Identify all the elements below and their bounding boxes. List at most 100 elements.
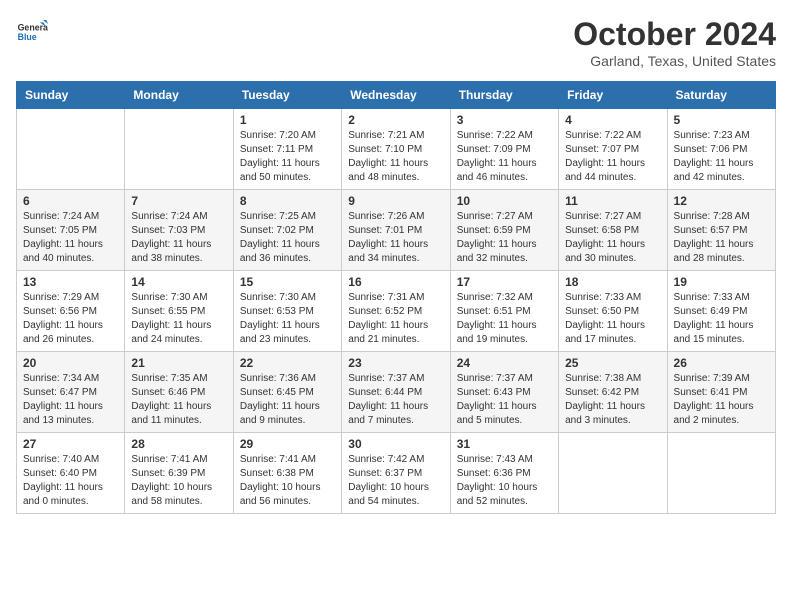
calendar-cell: 26 Sunrise: 7:39 AMSunset: 6:41 PMDayligh… xyxy=(667,352,775,433)
day-number: 4 xyxy=(565,113,660,127)
day-number: 24 xyxy=(457,356,552,370)
day-number: 16 xyxy=(348,275,443,289)
month-title: October 2024 xyxy=(573,16,776,53)
day-number: 1 xyxy=(240,113,335,127)
day-info: Sunrise: 7:21 AMSunset: 7:10 PMDaylight:… xyxy=(348,129,443,185)
calendar-cell: 24 Sunrise: 7:37 AMSunset: 6:43 PMDayligh… xyxy=(450,352,558,433)
calendar-table: SundayMondayTuesdayWednesdayThursdayFrid… xyxy=(16,81,776,514)
calendar-cell: 31 Sunrise: 7:43 AMSunset: 6:36 PMDayligh… xyxy=(450,433,558,514)
day-number: 14 xyxy=(131,275,226,289)
day-number: 29 xyxy=(240,437,335,451)
calendar-cell: 3 Sunrise: 7:22 AMSunset: 7:09 PMDaylight… xyxy=(450,109,558,190)
day-number: 25 xyxy=(565,356,660,370)
calendar-cell: 9 Sunrise: 7:26 AMSunset: 7:01 PMDaylight… xyxy=(342,190,450,271)
day-info: Sunrise: 7:39 AMSunset: 6:41 PMDaylight:… xyxy=(674,372,769,428)
calendar-week-row: 1 Sunrise: 7:20 AMSunset: 7:11 PMDaylight… xyxy=(17,109,776,190)
day-number: 22 xyxy=(240,356,335,370)
calendar-cell: 14 Sunrise: 7:30 AMSunset: 6:55 PMDayligh… xyxy=(125,271,233,352)
calendar-cell: 13 Sunrise: 7:29 AMSunset: 6:56 PMDayligh… xyxy=(17,271,125,352)
calendar-header-row: SundayMondayTuesdayWednesdayThursdayFrid… xyxy=(17,82,776,109)
calendar-day-header: Wednesday xyxy=(342,82,450,109)
day-number: 3 xyxy=(457,113,552,127)
day-number: 20 xyxy=(23,356,118,370)
calendar-week-row: 20 Sunrise: 7:34 AMSunset: 6:47 PMDayligh… xyxy=(17,352,776,433)
logo-icon: General Blue xyxy=(16,16,48,48)
calendar-day-header: Thursday xyxy=(450,82,558,109)
day-number: 15 xyxy=(240,275,335,289)
calendar-cell: 30Sunrise: 7:42 AMSunset: 6:37 PMDayligh… xyxy=(342,433,450,514)
day-info: Sunrise: 7:37 AMSunset: 6:43 PMDaylight:… xyxy=(457,372,552,428)
day-info: Sunrise: 7:37 AMSunset: 6:44 PMDaylight:… xyxy=(348,372,443,428)
day-number: 26 xyxy=(674,356,769,370)
day-number: 13 xyxy=(23,275,118,289)
day-number: 28 xyxy=(131,437,226,451)
day-info: Sunrise: 7:33 AMSunset: 6:49 PMDaylight:… xyxy=(674,291,769,347)
day-info: Sunrise: 7:40 AMSunset: 6:40 PMDaylight:… xyxy=(23,453,118,509)
calendar-cell: 21Sunrise: 7:35 AMSunset: 6:46 PMDayligh… xyxy=(125,352,233,433)
day-info: Sunrise: 7:22 AMSunset: 7:09 PMDaylight:… xyxy=(457,129,552,185)
calendar-cell xyxy=(125,109,233,190)
day-number: 6 xyxy=(23,194,118,208)
calendar-cell: 12 Sunrise: 7:28 AMSunset: 6:57 PMDayligh… xyxy=(667,190,775,271)
day-info: Sunrise: 7:23 AMSunset: 7:06 PMDaylight:… xyxy=(674,129,769,185)
calendar-day-header: Sunday xyxy=(17,82,125,109)
day-number: 5 xyxy=(674,113,769,127)
calendar-cell: 6 Sunrise: 7:24 AMSunset: 7:05 PMDaylight… xyxy=(17,190,125,271)
logo: General Blue xyxy=(16,16,48,48)
calendar-cell: 29Sunrise: 7:41 AMSunset: 6:38 PMDayligh… xyxy=(233,433,341,514)
calendar-cell: 20 Sunrise: 7:34 AMSunset: 6:47 PMDayligh… xyxy=(17,352,125,433)
day-number: 31 xyxy=(457,437,552,451)
day-info: Sunrise: 7:30 AMSunset: 6:53 PMDaylight:… xyxy=(240,291,335,347)
calendar-cell xyxy=(667,433,775,514)
calendar-cell: 1 Sunrise: 7:20 AMSunset: 7:11 PMDaylight… xyxy=(233,109,341,190)
calendar-cell xyxy=(559,433,667,514)
calendar-cell: 17Sunrise: 7:32 AMSunset: 6:51 PMDayligh… xyxy=(450,271,558,352)
day-info: Sunrise: 7:29 AMSunset: 6:56 PMDaylight:… xyxy=(23,291,118,347)
calendar-week-row: 13 Sunrise: 7:29 AMSunset: 6:56 PMDayligh… xyxy=(17,271,776,352)
calendar-cell: 19 Sunrise: 7:33 AMSunset: 6:49 PMDayligh… xyxy=(667,271,775,352)
calendar-cell: 7 Sunrise: 7:24 AMSunset: 7:03 PMDaylight… xyxy=(125,190,233,271)
day-info: Sunrise: 7:36 AMSunset: 6:45 PMDaylight:… xyxy=(240,372,335,428)
day-info: Sunrise: 7:33 AMSunset: 6:50 PMDaylight:… xyxy=(565,291,660,347)
day-info: Sunrise: 7:22 AMSunset: 7:07 PMDaylight:… xyxy=(565,129,660,185)
day-number: 30 xyxy=(348,437,443,451)
calendar-cell: 2 Sunrise: 7:21 AMSunset: 7:10 PMDaylight… xyxy=(342,109,450,190)
calendar-cell: 22 Sunrise: 7:36 AMSunset: 6:45 PMDayligh… xyxy=(233,352,341,433)
day-number: 8 xyxy=(240,194,335,208)
day-info: Sunrise: 7:26 AMSunset: 7:01 PMDaylight:… xyxy=(348,210,443,266)
day-number: 21 xyxy=(131,356,226,370)
calendar-cell: 15 Sunrise: 7:30 AMSunset: 6:53 PMDayligh… xyxy=(233,271,341,352)
day-info: Sunrise: 7:34 AMSunset: 6:47 PMDaylight:… xyxy=(23,372,118,428)
calendar-cell: 23Sunrise: 7:37 AMSunset: 6:44 PMDayligh… xyxy=(342,352,450,433)
day-number: 12 xyxy=(674,194,769,208)
calendar-day-header: Saturday xyxy=(667,82,775,109)
day-number: 19 xyxy=(674,275,769,289)
calendar-cell: 5 Sunrise: 7:23 AMSunset: 7:06 PMDaylight… xyxy=(667,109,775,190)
day-info: Sunrise: 7:43 AMSunset: 6:36 PMDaylight:… xyxy=(457,453,552,509)
day-info: Sunrise: 7:28 AMSunset: 6:57 PMDaylight:… xyxy=(674,210,769,266)
day-info: Sunrise: 7:27 AMSunset: 6:59 PMDaylight:… xyxy=(457,210,552,266)
day-info: Sunrise: 7:24 AMSunset: 7:03 PMDaylight:… xyxy=(131,210,226,266)
calendar-cell: 11Sunrise: 7:27 AMSunset: 6:58 PMDayligh… xyxy=(559,190,667,271)
day-number: 27 xyxy=(23,437,118,451)
calendar-week-row: 27 Sunrise: 7:40 AMSunset: 6:40 PMDayligh… xyxy=(17,433,776,514)
svg-text:Blue: Blue xyxy=(18,32,37,42)
day-number: 9 xyxy=(348,194,443,208)
calendar-cell: 16Sunrise: 7:31 AMSunset: 6:52 PMDayligh… xyxy=(342,271,450,352)
calendar-day-header: Monday xyxy=(125,82,233,109)
day-info: Sunrise: 7:32 AMSunset: 6:51 PMDaylight:… xyxy=(457,291,552,347)
day-number: 2 xyxy=(348,113,443,127)
calendar-cell: 27 Sunrise: 7:40 AMSunset: 6:40 PMDayligh… xyxy=(17,433,125,514)
location-title: Garland, Texas, United States xyxy=(573,53,776,69)
calendar-cell: 10Sunrise: 7:27 AMSunset: 6:59 PMDayligh… xyxy=(450,190,558,271)
day-info: Sunrise: 7:20 AMSunset: 7:11 PMDaylight:… xyxy=(240,129,335,185)
day-info: Sunrise: 7:25 AMSunset: 7:02 PMDaylight:… xyxy=(240,210,335,266)
day-number: 7 xyxy=(131,194,226,208)
day-info: Sunrise: 7:24 AMSunset: 7:05 PMDaylight:… xyxy=(23,210,118,266)
calendar-day-header: Friday xyxy=(559,82,667,109)
day-info: Sunrise: 7:30 AMSunset: 6:55 PMDaylight:… xyxy=(131,291,226,347)
calendar-cell: 4 Sunrise: 7:22 AMSunset: 7:07 PMDaylight… xyxy=(559,109,667,190)
calendar-cell xyxy=(17,109,125,190)
title-block: October 2024 Garland, Texas, United Stat… xyxy=(573,16,776,69)
day-number: 11 xyxy=(565,194,660,208)
